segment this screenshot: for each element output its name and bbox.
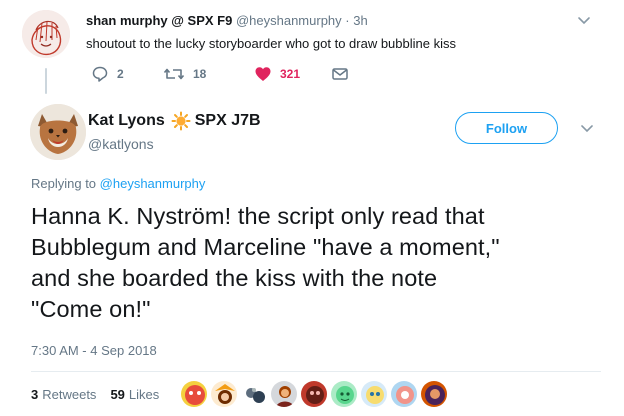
liker-avatar[interactable] [210,380,238,408]
sketch-avatar-icon [22,10,70,58]
chevron-down-icon[interactable] [580,124,594,134]
retweet-count: 18 [193,67,207,81]
reply-button[interactable]: 2 [91,64,124,84]
retweets-stat[interactable]: 3 Retweets [31,387,96,402]
tweet-text-line: and she boarded the kiss with the note [31,265,438,291]
fox-avatar-icon [30,104,86,160]
retweets-label: Retweets [42,387,97,402]
envelope-icon [332,68,348,80]
parent-avatar[interactable] [22,10,70,58]
sun-emoji-icon [171,111,191,131]
parent-handle[interactable]: @heyshanmurphy [236,13,342,28]
retweets-count: 3 [31,387,39,402]
tweet-text-line: Hanna K. Nyström! the script only read t… [31,203,485,229]
liker-avatar[interactable] [240,380,268,408]
reply-count: 2 [117,67,124,81]
replying-to-link[interactable]: @heyshanmurphy [100,176,206,191]
like-count: 321 [280,67,301,81]
divider [31,371,601,372]
follow-button[interactable]: Follow [455,112,558,144]
tweet-timestamp[interactable]: 7:30 AM - 4 Sep 2018 [31,343,157,358]
parent-time[interactable]: 3h [353,13,367,28]
replying-prefix: Replying to [31,176,97,191]
tweet-text-line: Bubblegum and Marceline "have a moment," [31,234,500,260]
heart-icon [255,67,271,81]
tweet-stats: 3 Retweets 59 Likes [31,387,159,402]
replying-to: Replying to @heyshanmurphy [31,176,205,191]
parent-tweet[interactable]: shan murphy @ SPX F9 @heyshanmurphy · 3h… [0,0,624,95]
liker-avatar[interactable] [390,380,418,408]
direct-message-button[interactable] [331,64,349,84]
like-button[interactable]: 321 [254,64,300,84]
liker-avatar[interactable] [300,380,328,408]
liker-avatar[interactable] [420,380,448,408]
likes-label: Likes [128,387,160,402]
parent-text: shoutout to the lucky storyboarder who g… [86,36,456,51]
separator-dot: · [345,13,350,28]
likes-stat[interactable]: 59 Likes [110,387,159,402]
main-handle[interactable]: @katlyons [88,136,154,152]
likes-count: 59 [110,387,125,402]
main-name[interactable]: Kat Lyons [88,112,165,130]
parent-name[interactable]: shan murphy @ SPX F9 [86,13,232,28]
parent-header: shan murphy @ SPX F9 @heyshanmurphy · 3h [86,13,368,28]
chevron-down-icon[interactable] [577,16,591,26]
retweet-icon [163,68,185,80]
main-name-suffix: SPX J7B [194,112,261,129]
tweet-text: Hanna K. Nyström! the script only read t… [31,201,601,325]
liker-avatar[interactable] [330,380,358,408]
main-name-row[interactable]: Kat Lyons SPX J7B [88,111,261,131]
tweet-text-line: "Come on!" [31,296,151,322]
liker-avatar[interactable] [180,380,208,408]
main-avatar[interactable] [30,104,86,160]
retweet-button[interactable]: 18 [163,64,206,84]
parent-action-bar: 2 18 321 [0,64,624,84]
liker-avatar[interactable] [360,380,388,408]
reply-icon [92,66,108,82]
liker-avatar[interactable] [270,380,298,408]
liker-avatars [180,380,450,410]
